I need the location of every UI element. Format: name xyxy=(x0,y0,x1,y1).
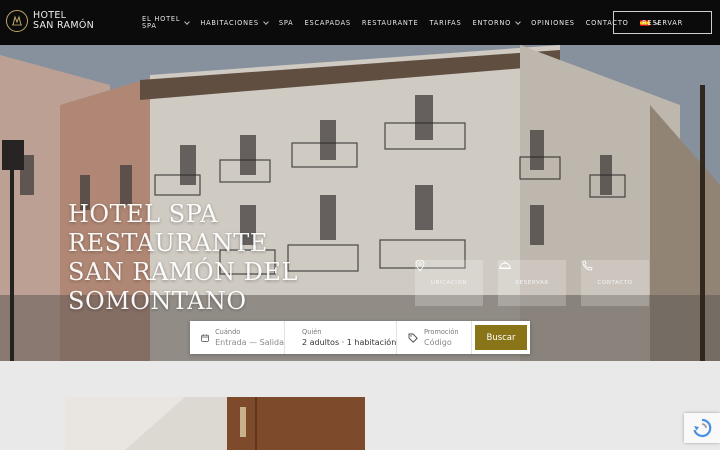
dates-field[interactable]: Cuándo Entrada — Salida xyxy=(190,321,285,354)
nav-label: SPA xyxy=(142,21,157,30)
hero-title: HOTEL SPA RESTAURANTE SAN RAMÓN DEL SOMO… xyxy=(68,200,298,315)
guests-value: 2 adultos · 1 habitación xyxy=(302,337,397,347)
nav-item-opiniones[interactable]: OPINIONES xyxy=(531,19,575,27)
nav-item-entorno[interactable]: ENTORNO xyxy=(472,18,521,27)
quick-link-label: CONTACTO xyxy=(597,280,633,286)
cloche-icon xyxy=(499,261,511,269)
recaptcha-badge[interactable] xyxy=(684,413,720,443)
site-header: HOTEL SAN RAMÓN EL HOTEL SPA HABITACIONES… xyxy=(0,0,720,45)
dates-label: Cuándo xyxy=(215,327,241,336)
room-preview-image xyxy=(65,397,365,450)
nav-label: ESCAPADAS xyxy=(304,18,351,27)
hotel-logo[interactable]: HOTEL SAN RAMÓN xyxy=(6,10,94,32)
chevron-down-icon xyxy=(515,18,521,25)
nav-item-habitaciones[interactable]: HABITACIONES xyxy=(200,18,269,27)
guests-label: Quién xyxy=(302,327,322,336)
nav-label: OPINIONES xyxy=(531,18,575,27)
logo-text: HOTEL SAN RAMÓN xyxy=(33,11,94,31)
logo-emblem-icon xyxy=(6,10,28,32)
chevron-down-icon xyxy=(184,18,191,25)
booking-bar: Cuándo Entrada — Salida Quién 2 adultos … xyxy=(190,321,530,354)
promo-input[interactable]: Código xyxy=(424,337,459,348)
nav-label: HABITACIONES xyxy=(200,18,259,27)
guests-field[interactable]: Quién 2 adultos · 1 habitación xyxy=(285,321,397,354)
logo-line-2: SAN RAMÓN xyxy=(33,20,95,31)
dates-value: Entrada — Salida xyxy=(215,337,284,347)
nav-item-tarifas[interactable]: TARIFAS xyxy=(429,19,461,27)
nav-item-escapadas[interactable]: ESCAPADAS xyxy=(305,19,351,27)
page: HOTEL SAN RAMÓN EL HOTEL SPA HABITACIONES… xyxy=(0,0,720,450)
promo-field[interactable]: Promoción Código xyxy=(397,321,472,354)
search-button[interactable]: Buscar xyxy=(475,325,527,350)
quick-link-ubicacion[interactable]: UBICACIÓN xyxy=(415,260,483,306)
nav-item-spa[interactable]: SPA xyxy=(279,19,294,27)
nav-label: ENTORNO xyxy=(472,18,512,27)
nav-label: SPA xyxy=(278,18,294,27)
nav-label: RESTAURANTE xyxy=(361,18,419,27)
quick-link-label: UBICACIÓN xyxy=(430,280,468,286)
promo-label: Promoción xyxy=(424,327,459,336)
nav-label: TARIFAS xyxy=(429,18,462,27)
chevron-down-icon xyxy=(263,18,269,25)
calendar-icon xyxy=(201,333,209,342)
quick-link-reservar[interactable]: RESERVAR xyxy=(498,260,566,306)
hero-section: HOTEL SPA RESTAURANTE SAN RAMÓN DEL SOMO… xyxy=(0,45,720,361)
quick-link-contacto[interactable]: CONTACTO xyxy=(581,260,649,306)
location-pin-icon xyxy=(415,260,425,272)
main-nav: EL HOTEL SPA HABITACIONES SPA ESCAPADAS R… xyxy=(142,0,670,45)
nav-item-restaurante[interactable]: RESTAURANTE xyxy=(362,19,419,27)
nav-item-el-hotel-spa[interactable]: EL HOTEL SPA xyxy=(142,15,191,30)
reserve-button[interactable]: RESERVAR xyxy=(613,11,712,34)
tag-icon xyxy=(408,333,418,343)
recaptcha-icon xyxy=(693,418,712,438)
quick-link-label: RESERVAR xyxy=(515,280,549,286)
phone-icon xyxy=(582,260,593,271)
